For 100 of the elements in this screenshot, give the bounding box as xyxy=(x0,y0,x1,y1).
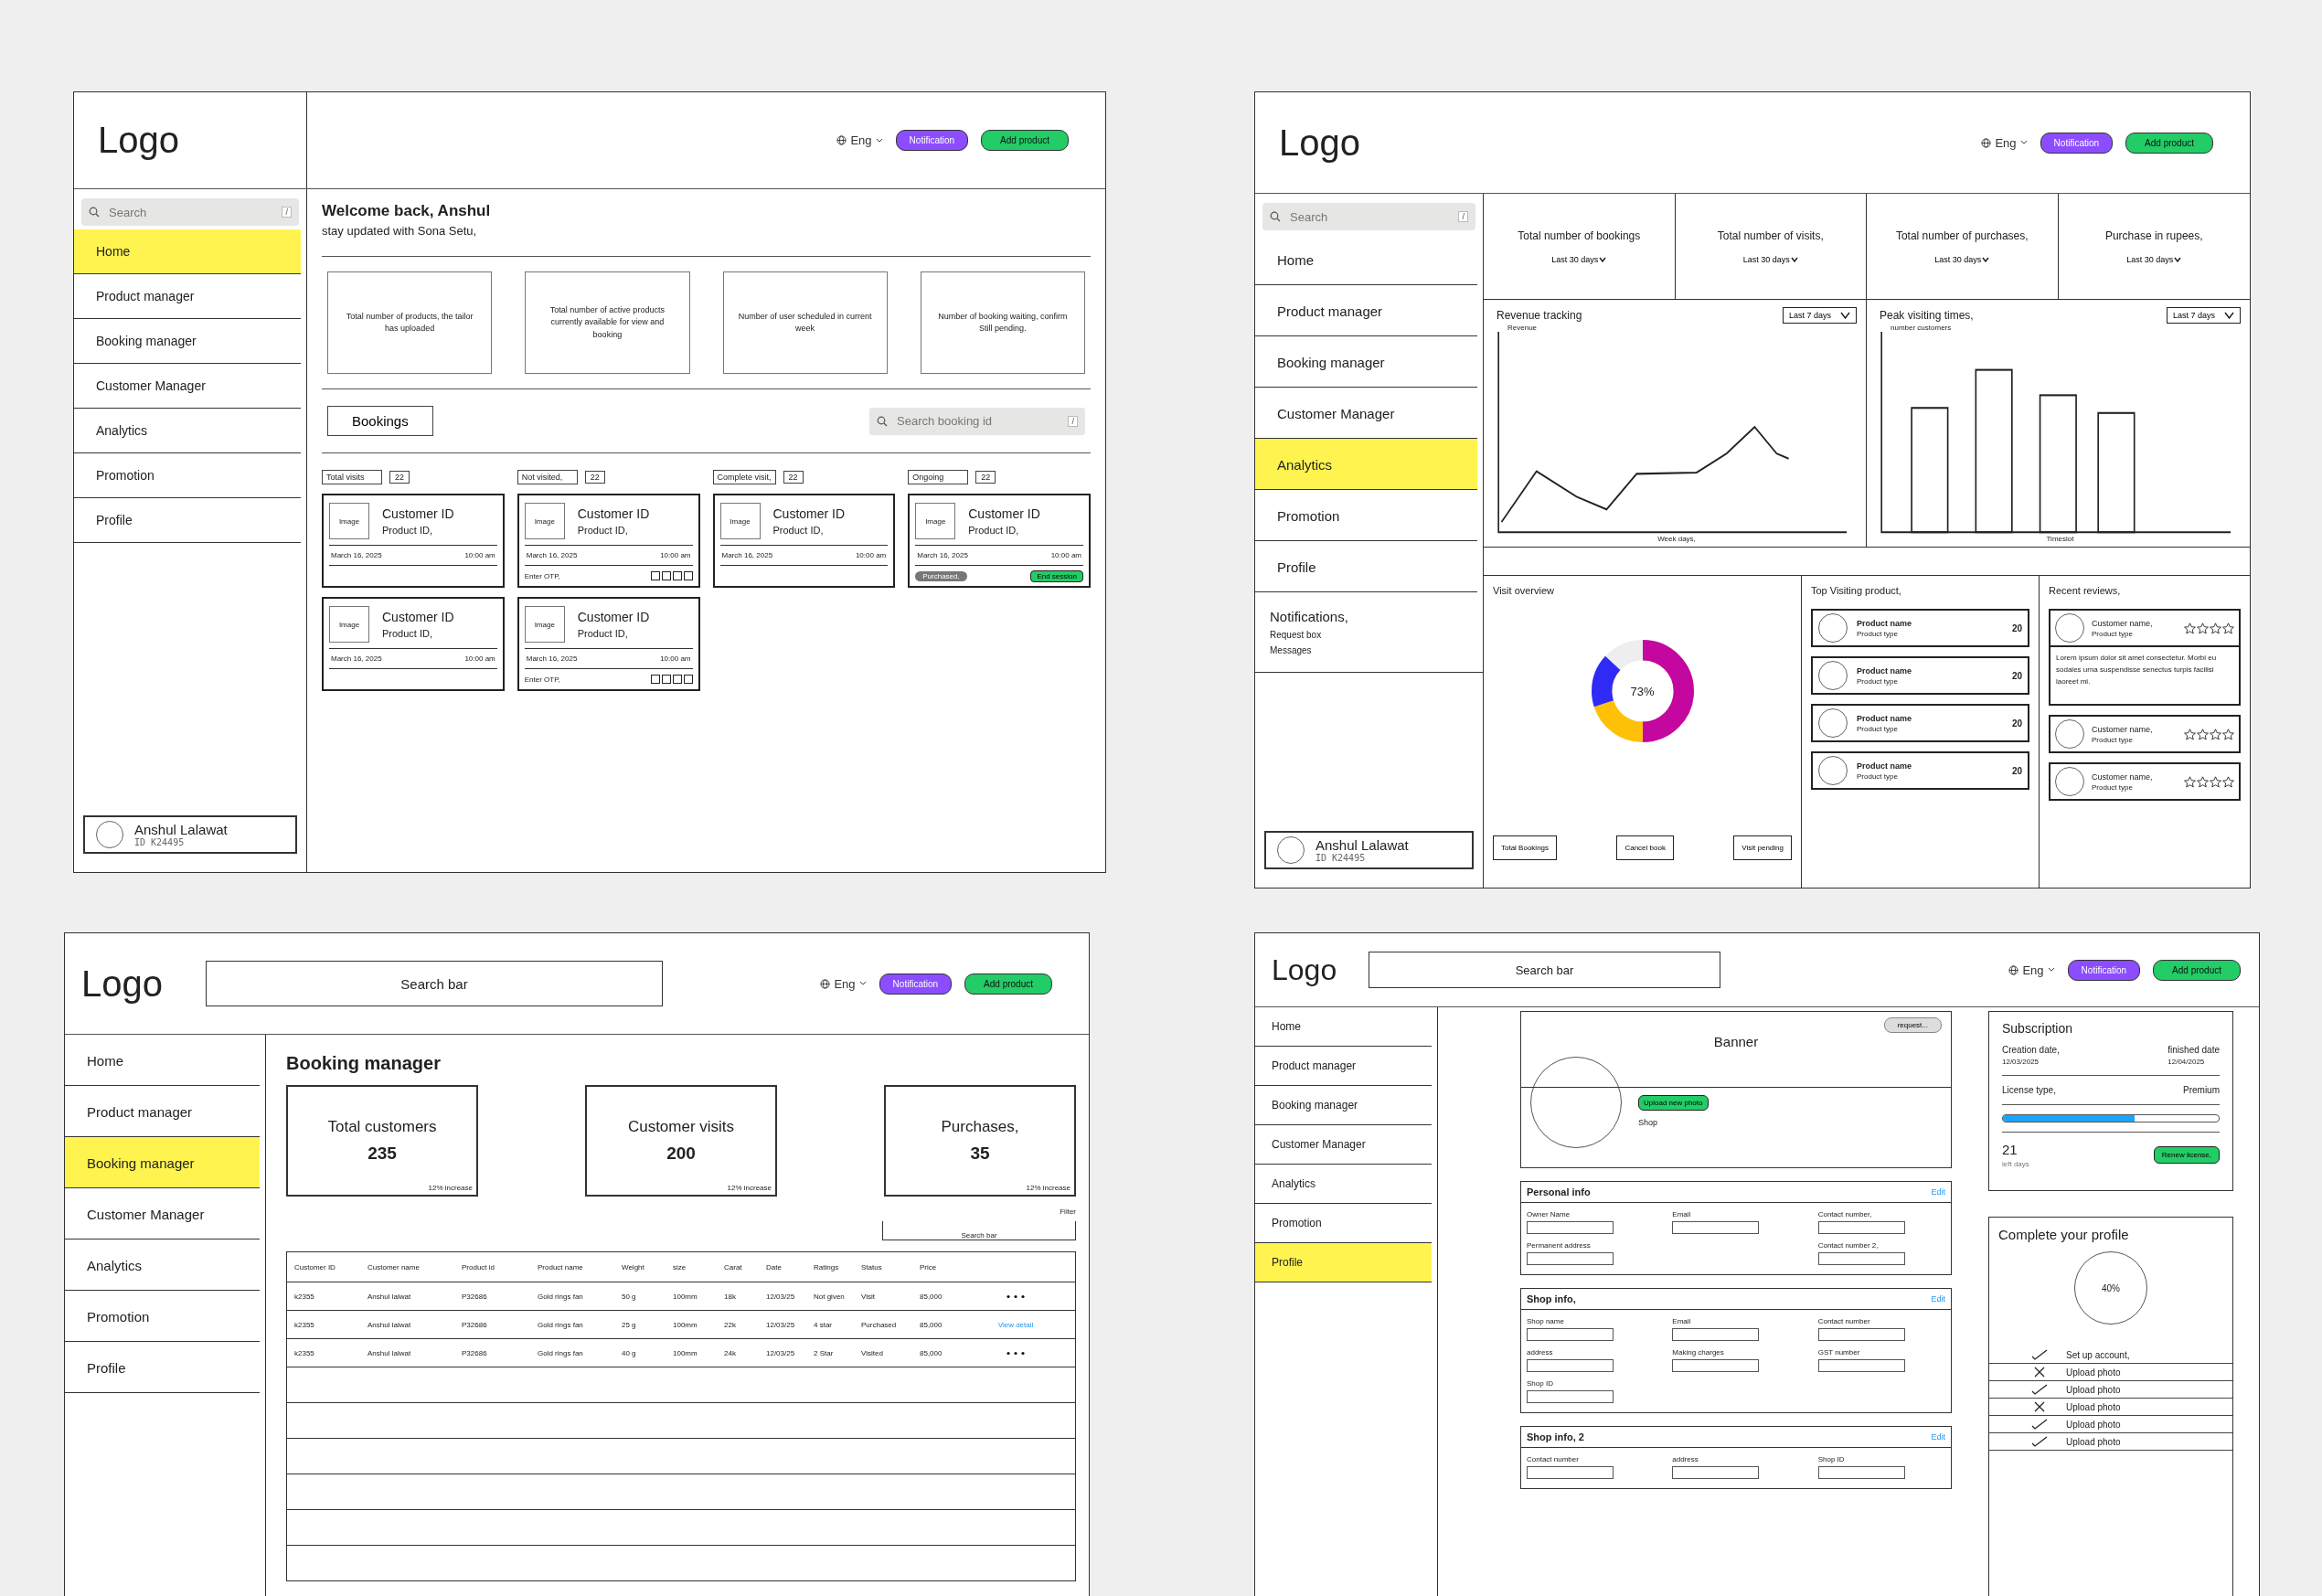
booking-search-field[interactable]: Search booking id / xyxy=(869,407,1085,435)
input-field[interactable] xyxy=(1817,1359,1905,1372)
nav-item[interactable]: Analytics xyxy=(74,409,301,453)
nav-item[interactable]: Analytics xyxy=(65,1240,260,1291)
nav-item[interactable]: Customer Manager xyxy=(1255,1125,1432,1165)
booking-card[interactable]: Image Customer ID Product ID, March 16, 2025 10:00 am Enter OTP, xyxy=(517,597,700,691)
renew-button[interactable]: Renew license, xyxy=(2153,1146,2220,1164)
notification-button[interactable]: Notification xyxy=(879,973,953,995)
input-field[interactable] xyxy=(1817,1466,1905,1479)
search-input[interactable]: Search xyxy=(1288,208,1452,225)
input-field[interactable] xyxy=(1527,1359,1614,1372)
otp-box[interactable] xyxy=(683,675,693,684)
notification-button[interactable]: Notification xyxy=(2067,959,2141,981)
otp-box[interactable] xyxy=(683,571,693,580)
product-row[interactable]: Product name Product type 20 xyxy=(1811,609,2029,647)
input-field[interactable] xyxy=(1527,1221,1614,1234)
booking-card[interactable]: Image Customer ID Product ID, March 16, 2025 10:00 am Enter OTP, xyxy=(517,494,700,588)
add-product-button[interactable]: Add product xyxy=(2153,959,2241,981)
table-search-field[interactable]: Search bar xyxy=(882,1221,1076,1240)
nav-item[interactable]: Analytics xyxy=(1255,1165,1432,1204)
nav-item[interactable]: Home xyxy=(65,1035,260,1086)
sidebar-search-field[interactable]: Search / xyxy=(1262,203,1475,230)
nav-item[interactable]: Profile xyxy=(74,498,301,543)
language-selector[interactable]: Eng xyxy=(1981,135,2028,150)
input-field[interactable] xyxy=(1817,1221,1905,1234)
otp-box[interactable] xyxy=(672,571,682,580)
booking-card[interactable]: Image Customer ID Product ID, March 16, 2025 10:00 am xyxy=(712,494,896,588)
otp-box[interactable] xyxy=(650,571,660,580)
nav-item[interactable]: Booking manager xyxy=(65,1137,260,1188)
upload-photo-button[interactable]: Upload new photo xyxy=(1638,1095,1709,1111)
input-field[interactable] xyxy=(1817,1252,1905,1265)
nav-item[interactable]: Analytics xyxy=(1255,439,1477,490)
add-product-button[interactable]: Add product xyxy=(981,130,1069,151)
search-input[interactable]: Search xyxy=(107,204,275,220)
input-field[interactable] xyxy=(1672,1359,1760,1372)
otp-box[interactable] xyxy=(661,675,671,684)
nav-item[interactable]: Profile xyxy=(1255,541,1477,592)
add-product-button[interactable]: Add product xyxy=(964,973,1052,995)
nav-item[interactable]: Promotion xyxy=(74,453,301,498)
otp-box[interactable] xyxy=(661,571,671,580)
nav-item[interactable]: Home xyxy=(74,229,301,274)
nav-subitem[interactable]: Messages xyxy=(1270,645,1312,655)
nav-item[interactable]: Product manager xyxy=(1255,285,1477,336)
search-bar[interactable]: Search bar xyxy=(1369,952,1720,988)
otp-box[interactable] xyxy=(672,675,682,684)
nav-item[interactable]: Home xyxy=(1255,1007,1432,1047)
language-selector[interactable]: Eng xyxy=(820,976,867,991)
sidebar-search-field[interactable]: Search / xyxy=(81,198,299,226)
booking-card[interactable]: Image Customer ID Product ID, March 16, 2025 10:00 am xyxy=(322,597,505,691)
nav-item[interactable]: Home xyxy=(1255,234,1477,285)
filter-label[interactable]: Ongoing xyxy=(908,470,969,484)
filter-label[interactable]: Total visits xyxy=(322,470,382,484)
legend-button[interactable]: Total Bookings xyxy=(1493,835,1558,860)
nav-item[interactable]: Customer Manager xyxy=(65,1188,260,1240)
notification-button[interactable]: Notification xyxy=(2040,132,2114,154)
request-button[interactable]: request... xyxy=(1883,1017,1942,1033)
input-field[interactable] xyxy=(1817,1328,1905,1341)
input-field[interactable] xyxy=(1672,1221,1760,1234)
input-field[interactable] xyxy=(1527,1390,1614,1403)
period-dropdown[interactable]: Last 30 days xyxy=(1934,254,1990,264)
nav-item[interactable]: Product manager xyxy=(1255,1047,1432,1086)
period-dropdown[interactable]: Last 30 days xyxy=(1742,254,1798,264)
nav-item[interactable]: Profile xyxy=(1255,1243,1432,1282)
input-field[interactable] xyxy=(1527,1466,1614,1479)
input-field[interactable] xyxy=(1527,1252,1614,1265)
legend-button[interactable]: Visit pending xyxy=(1733,835,1792,860)
add-product-button[interactable]: Add product xyxy=(2125,132,2213,154)
language-selector[interactable]: Eng xyxy=(2008,963,2055,977)
nav-item[interactable]: Promotion xyxy=(65,1291,260,1342)
more-icon[interactable] xyxy=(1006,1293,1026,1299)
user-card[interactable]: Anshul Lalawat ID K24495 xyxy=(1264,831,1474,869)
range-dropdown[interactable]: Last 7 days xyxy=(2166,307,2241,324)
nav-item[interactable]: Promotion xyxy=(1255,490,1477,541)
input-field[interactable] xyxy=(1527,1328,1614,1341)
nav-item[interactable]: Booking manager xyxy=(74,319,301,364)
product-row[interactable]: Product name Product type 20 xyxy=(1811,704,2029,742)
booking-card[interactable]: Image Customer ID Product ID, March 16, 2025 10:00 am Purchased, End session xyxy=(908,494,1091,588)
search-input[interactable]: Search booking id xyxy=(895,413,1061,429)
product-row[interactable]: Product name Product type 20 xyxy=(1811,656,2029,695)
language-selector[interactable]: Eng xyxy=(836,133,883,147)
nav-item[interactable]: Notifications, xyxy=(1270,609,1348,624)
input-field[interactable] xyxy=(1672,1466,1760,1479)
nav-item[interactable]: Booking manager xyxy=(1255,1086,1432,1125)
filter-label[interactable]: Not visited, xyxy=(517,470,578,484)
user-card[interactable]: Anshul Lalawat ID K24495 xyxy=(83,815,297,854)
nav-item[interactable]: Customer Manager xyxy=(74,364,301,409)
product-row[interactable]: Product name Product type 20 xyxy=(1811,751,2029,790)
nav-item[interactable]: Product manager xyxy=(74,274,301,319)
end-session-button[interactable]: End session xyxy=(1030,569,1083,582)
more-icon[interactable] xyxy=(1006,1350,1026,1356)
nav-item[interactable]: Profile xyxy=(65,1342,260,1393)
filter-label[interactable]: Complete visit, xyxy=(712,470,776,484)
otp-box[interactable] xyxy=(650,675,660,684)
nav-item[interactable]: Booking manager xyxy=(1255,336,1477,388)
period-dropdown[interactable]: Last 30 days xyxy=(2126,254,2182,264)
search-bar[interactable]: Search bar xyxy=(206,961,663,1006)
filter-label[interactable]: Filter xyxy=(1060,1208,1076,1216)
input-field[interactable] xyxy=(1672,1328,1760,1341)
nav-subitem[interactable]: Request box xyxy=(1270,630,1322,640)
notification-button[interactable]: Notification xyxy=(895,130,969,151)
